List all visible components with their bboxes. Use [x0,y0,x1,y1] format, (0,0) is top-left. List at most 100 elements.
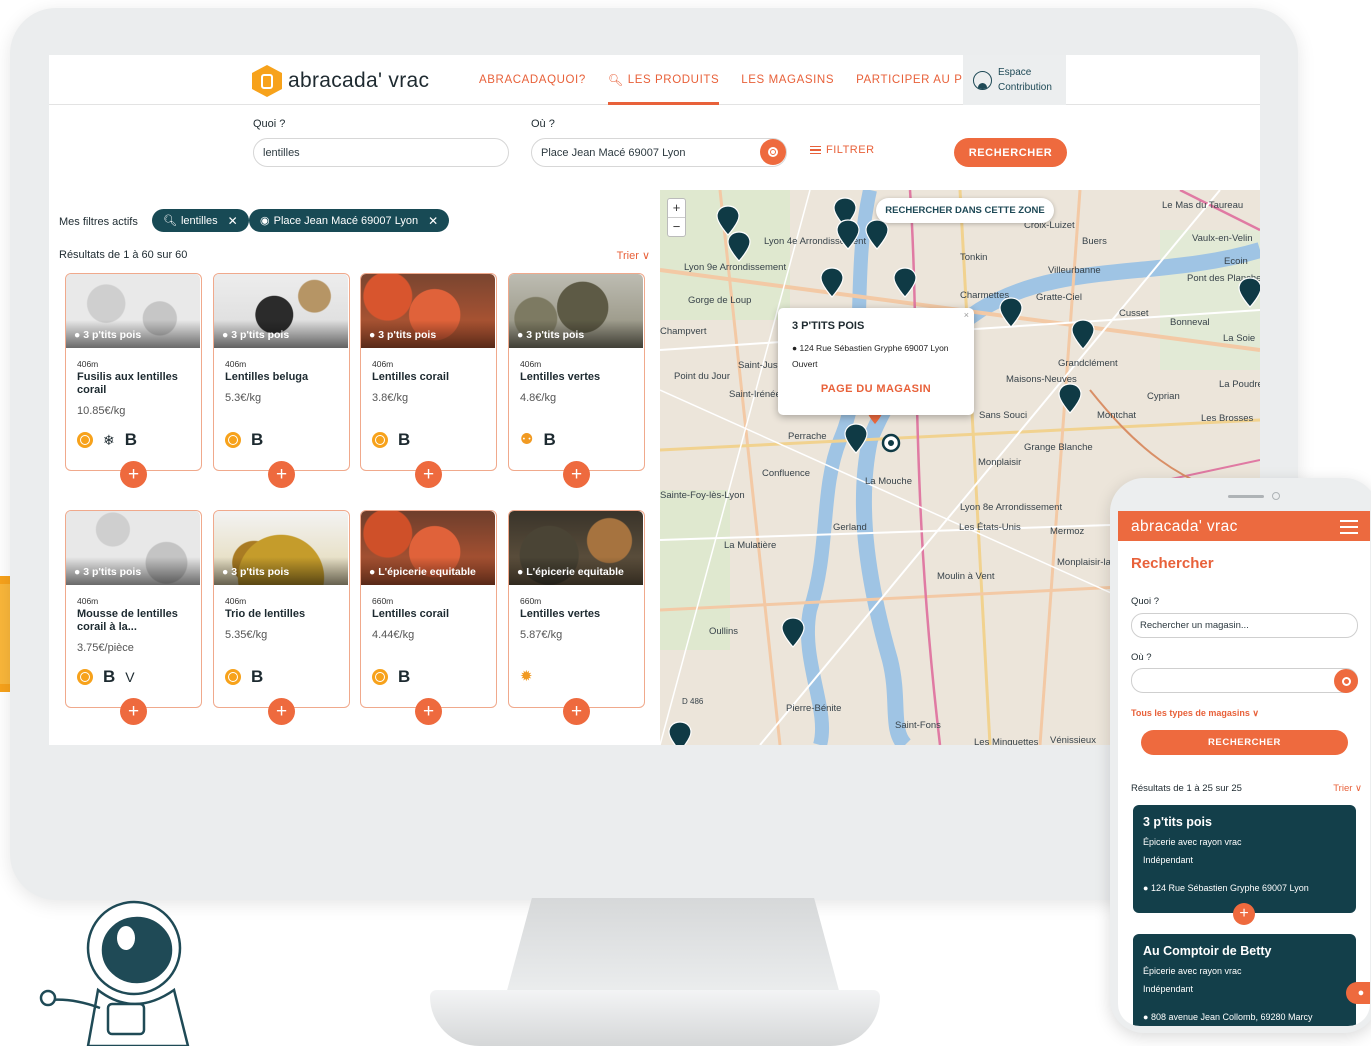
target-icon [768,147,778,157]
map-pin-icon: ● [1143,883,1149,893]
main-nav: ABRACADAQUOI? 🔍︎ LES PRODUITS LES MAGASIN… [468,55,1014,105]
shop-card[interactable]: Au Comptoir de Betty Épicerie avec rayon… [1133,934,1356,1026]
product-distance: 660m [372,596,394,606]
origin-globe-icon [225,432,241,448]
filter-chip-lentilles[interactable]: 🔍︎ lentilles ✕ [152,209,249,232]
product-image: ● 3 p'tits pois [214,274,348,348]
shop-card-address: ● 808 avenue Jean Collomb, 69280 Marcy [1143,1012,1313,1022]
popup-status: Ouvert [792,359,818,369]
sort-label: Trier [1333,783,1353,794]
shop-card[interactable]: 3 p'tits pois Épicerie avec rayon vrac I… [1133,805,1356,913]
chevron-down-icon: ∨ [641,250,650,262]
phone-ou-input[interactable] [1131,668,1358,693]
nav-les-produits[interactable]: 🔍︎ LES PRODUITS [597,55,730,105]
add-product-button[interactable]: + [268,698,295,725]
search-this-area-button[interactable]: RECHERCHER DANS CETTE ZONE [876,198,1054,223]
popup-store-name: 3 P'TITS POIS [792,320,865,332]
product-card[interactable]: ● L'épicerie equitable 660m Lentilles co… [360,510,497,725]
product-card[interactable]: ● L'épicerie equitable 660m Lentilles ve… [508,510,645,725]
product-name: Trio de lentilles [225,608,306,620]
map-pin-icon: ● [792,343,798,353]
product-name: Lentilles corail [372,371,450,383]
product-card[interactable]: ● 3 p'tits pois 406m Trio de lentilles 5… [213,510,350,725]
filter-button[interactable]: FILTRER [810,144,875,156]
add-product-button[interactable]: + [120,461,147,488]
product-price: 10.85€/kg [77,405,126,417]
shop-card-name: 3 p'tits pois [1143,815,1212,829]
map-toggle-button[interactable]: ● [1346,982,1370,1004]
search-icon: 🔍︎ [163,215,177,227]
product-name: Mousse de lentilles corail à la... [77,608,178,633]
phone-speaker [1228,495,1264,498]
desktop-screen: abracada' vrac ABRACADAQUOI? 🔍︎ LES PRODU… [49,55,1260,745]
menu-icon[interactable] [1340,520,1358,534]
phone-logo[interactable]: abracada' vrac [1131,518,1238,536]
search-submit-button[interactable]: RECHERCHER [954,138,1067,167]
bio-icon: B [124,430,138,449]
add-product-button[interactable]: + [563,698,590,725]
add-product-button[interactable]: + [563,461,590,488]
phone-quoi-input[interactable]: Rechercher un magasin... [1131,613,1358,638]
product-card[interactable]: ● 3 p'tits pois 406m Lentilles vertes 4.… [508,273,645,488]
add-shop-button[interactable]: + [1233,903,1255,925]
store-types-dropdown[interactable]: Tous les types de magasins ∨ [1131,708,1259,719]
product-card[interactable]: ● 3 p'tits pois 406m Lentilles corail 3.… [360,273,497,488]
store-page-link[interactable]: PAGE DU MAGASIN [792,383,960,395]
espace-contribution-button[interactable]: Espace Contribution [963,55,1066,105]
popup-address: ● 124 Rue Sébastien Gryphe 69007 Lyon [792,343,949,353]
product-card[interactable]: ● 3 p'tits pois 406m Mousse de lentilles… [65,510,202,725]
product-distance: 406m [225,596,247,606]
shop-card-type: Épicerie avec rayon vrac [1143,837,1242,847]
nav-label: LES MAGASINS [741,74,835,86]
sort-dropdown[interactable]: Trier ∨ [617,249,650,262]
site-logo[interactable]: abracada' vrac [252,65,429,97]
map-pin-icon: ● [1357,987,1365,999]
sort-label: Trier [616,250,639,262]
shop-name: ● 3 p'tits pois [222,329,290,341]
product-image: ● 3 p'tits pois [66,511,200,585]
results-panel: Mes filtres actifs 🔍︎ lentilles ✕ ◉ Plac… [49,190,660,745]
phone-results-count: Résultats de 1 à 25 sur 25 [1131,783,1242,794]
gluten-free-icon: ❄ [103,432,115,448]
ou-label: Où ? [531,118,555,130]
zoom-in-button[interactable]: + [668,199,685,218]
close-icon[interactable]: ✕ [228,214,238,228]
fair-trade-icon: ✹ [520,668,533,685]
product-distance: 406m [77,596,99,606]
shop-name: ● 3 p'tits pois [369,329,437,341]
product-distance: 660m [520,596,542,606]
add-product-button[interactable]: + [120,698,147,725]
nav-abracadaquoi[interactable]: ABRACADAQUOI? [468,55,597,105]
espace-line1: Espace [998,67,1032,78]
quoi-input[interactable]: lentilles [253,138,509,167]
shop-card-type: Épicerie avec rayon vrac [1143,966,1242,976]
product-price: 4.44€/kg [372,629,415,641]
product-labels: B [225,431,263,448]
product-card[interactable]: ● 3 p'tits pois 406m Fusilis aux lentill… [65,273,202,488]
zoom-out-button[interactable]: − [668,218,685,236]
shop-name: ● L'épicerie equitable [369,566,476,578]
close-icon[interactable]: ✕ [428,214,438,228]
phone-search-button[interactable]: RECHERCHER [1141,730,1348,755]
shop-name: ● 3 p'tits pois [222,566,290,578]
geolocate-button[interactable] [760,139,786,165]
filter-icon [810,145,821,155]
nav-les-magasins[interactable]: LES MAGASINS [730,55,845,105]
monitor-stand [505,898,841,998]
phone-sort-dropdown[interactable]: Trier ∨ [1333,783,1362,794]
ou-input[interactable]: Place Jean Macé 69007 Lyon [531,138,787,167]
product-name: Fusilis aux lentilles corail [77,371,178,396]
product-image: ● L'épicerie equitable [509,511,643,585]
phone-geolocate-button[interactable] [1334,669,1358,693]
nav-label: ABRACADAQUOI? [479,74,586,86]
phone-header: abracada' vrac [1118,511,1370,541]
bio-icon: B [398,667,411,686]
product-card[interactable]: ● 3 p'tits pois 406m Lentilles beluga 5.… [213,273,350,488]
add-product-button[interactable]: + [415,698,442,725]
filter-chip-location[interactable]: ◉ Place Jean Macé 69007 Lyon ✕ [249,209,450,232]
close-icon[interactable]: × [964,310,969,320]
add-product-button[interactable]: + [415,461,442,488]
shop-card-address: ● 124 Rue Sébastien Gryphe 69007 Lyon [1143,883,1309,893]
local-producer-icon: ⚉ [520,431,534,448]
add-product-button[interactable]: + [268,461,295,488]
